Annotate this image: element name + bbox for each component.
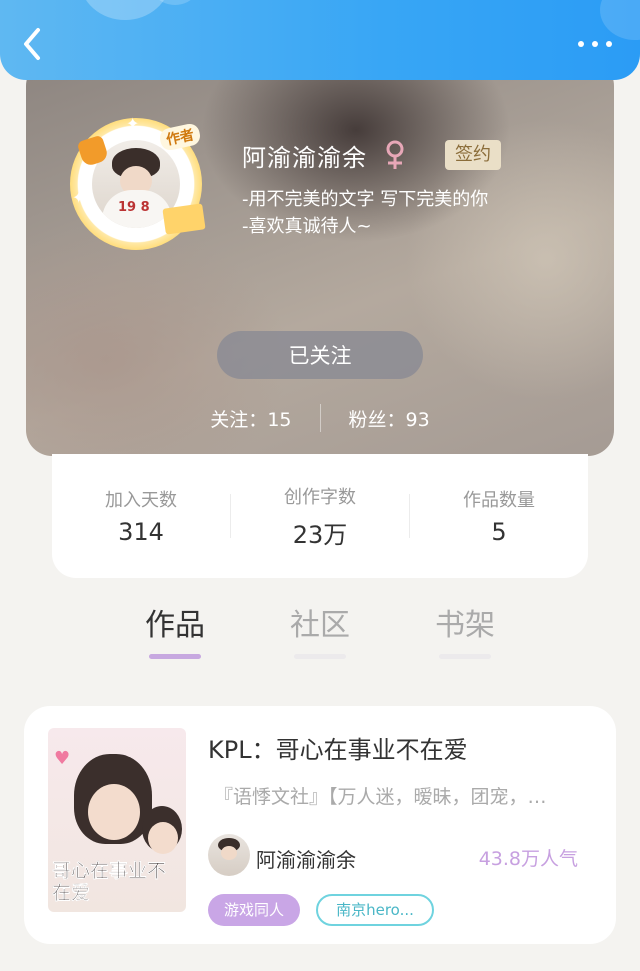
more-dots-icon: [578, 41, 584, 47]
stat-join-days: 加入天数 314: [52, 486, 230, 546]
tag-team[interactable]: 南京hero...: [316, 894, 434, 926]
fans-count: 93: [405, 408, 430, 431]
work-author[interactable]: 阿渝渝渝余: [256, 844, 356, 873]
header-decoration: [600, 0, 640, 40]
work-description: 『语悸文社』【万人迷，暧昧，团宠，…: [214, 786, 547, 808]
back-button[interactable]: [18, 26, 50, 62]
tab-label: 社区: [290, 608, 350, 643]
divider: [319, 404, 321, 432]
more-options-button[interactable]: [578, 38, 612, 50]
cover-title: 哥心在事业不在爱: [52, 860, 167, 904]
bio: -用不完美的文字 写下完美的你 -喜欢真诚待人~: [242, 186, 488, 240]
stat-label: 加入天数: [105, 490, 177, 511]
tab-bar: 作品 社区 书架: [0, 600, 640, 660]
following-label: 关注：: [210, 408, 268, 431]
top-bar: [0, 0, 640, 80]
more-dots-icon: [606, 41, 612, 47]
work-cover[interactable]: ♥ 哥心在事业不在爱: [48, 728, 186, 912]
stats-card: 加入天数 314 创作字数 23万 作品数量 5: [52, 454, 588, 578]
heart-icon: ♥: [54, 748, 71, 769]
fans-stat[interactable]: 粉丝：93: [349, 405, 430, 432]
avatar[interactable]: 19 8 作者 ✦ ✦: [70, 114, 206, 250]
work-card[interactable]: ♥ 哥心在事业不在爱 KPL：哥心在事业不在爱 『语悸文社』【万人迷，暧昧，团宠…: [24, 706, 616, 944]
tab-label: 作品: [145, 608, 205, 643]
tab-indicator: [439, 654, 491, 659]
bio-line: -用不完美的文字 写下完美的你: [242, 189, 489, 210]
stat-label: 创作字数: [284, 486, 356, 508]
stat-label: 作品数量: [463, 490, 535, 511]
fans-label: 粉丝：: [348, 408, 406, 431]
tab-indicator: [294, 654, 346, 659]
bio-line: -喜欢真诚待人~: [242, 216, 372, 237]
following-stat[interactable]: 关注：15: [210, 405, 291, 432]
tab-works[interactable]: 作品: [120, 600, 230, 659]
female-icon: [386, 140, 404, 169]
signed-badge: 签约: [445, 140, 501, 170]
header-decoration: [80, 0, 170, 20]
stat-value: 314: [118, 518, 164, 546]
follow-stats: 关注：15 粉丝：93: [26, 404, 614, 432]
author-avatar[interactable]: [208, 834, 250, 876]
chevron-left-icon: [24, 28, 40, 60]
stat-value: 5: [491, 518, 507, 546]
user-name: 阿渝渝渝余: [242, 143, 367, 172]
tab-indicator: [149, 654, 201, 659]
sparkle-icon: ✦: [126, 114, 140, 133]
book-icon: [162, 203, 206, 235]
work-title[interactable]: KPL：哥心在事业不在爱: [208, 730, 468, 765]
name-row: 阿渝渝渝余 签约: [242, 138, 501, 172]
more-dots-icon: [592, 41, 598, 47]
tab-community[interactable]: 社区: [265, 600, 375, 659]
tag-game-fanfic[interactable]: 游戏同人: [208, 894, 301, 926]
popularity-count: 43.8万人气: [478, 848, 578, 870]
tab-label: 书架: [435, 608, 495, 643]
stat-works-count: 作品数量 5: [410, 486, 588, 546]
sparkle-icon: ✦: [72, 188, 86, 207]
follow-button[interactable]: 已关注: [217, 331, 423, 379]
following-count: 15: [267, 408, 292, 431]
stat-value: 23万: [292, 520, 348, 549]
stat-word-count: 创作字数 23万: [231, 483, 409, 550]
tab-bookshelf[interactable]: 书架: [410, 600, 520, 659]
profile-card: 19 8 作者 ✦ ✦ 阿渝渝渝余 签约 -用不完美的文字 写下完美的你 -喜欢…: [26, 60, 614, 456]
